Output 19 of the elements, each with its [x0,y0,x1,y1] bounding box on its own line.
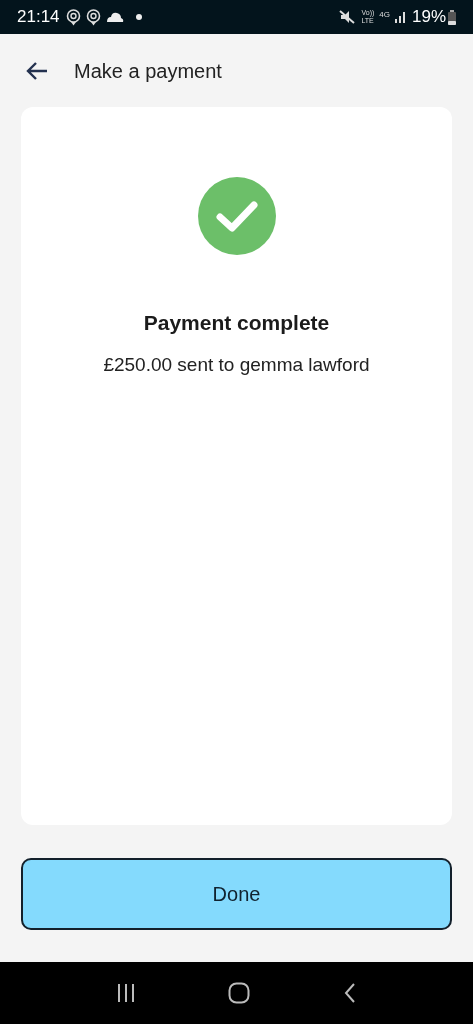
cloud-icon [105,12,124,22]
page-title: Make a payment [74,58,222,84]
signal-icon [394,11,407,23]
mute-icon [339,10,356,24]
location-icon [85,8,101,26]
network-label: 4G [379,9,390,21]
status-time: 21:14 [17,6,60,29]
success-check-icon [197,177,276,255]
battery-percent: 19% [411,6,446,29]
recent-apps-icon[interactable] [116,983,137,1003]
dot-icon [135,14,142,20]
result-title: Payment complete [143,310,330,336]
done-button[interactable]: Done [21,857,452,930]
battery-icon [448,9,456,25]
back-icon[interactable] [342,982,357,1004]
back-arrow-icon [25,60,49,81]
location-icon [65,8,81,26]
result-message: £250.00 sent to gemma lawford [103,352,370,377]
home-icon[interactable] [228,982,251,1004]
